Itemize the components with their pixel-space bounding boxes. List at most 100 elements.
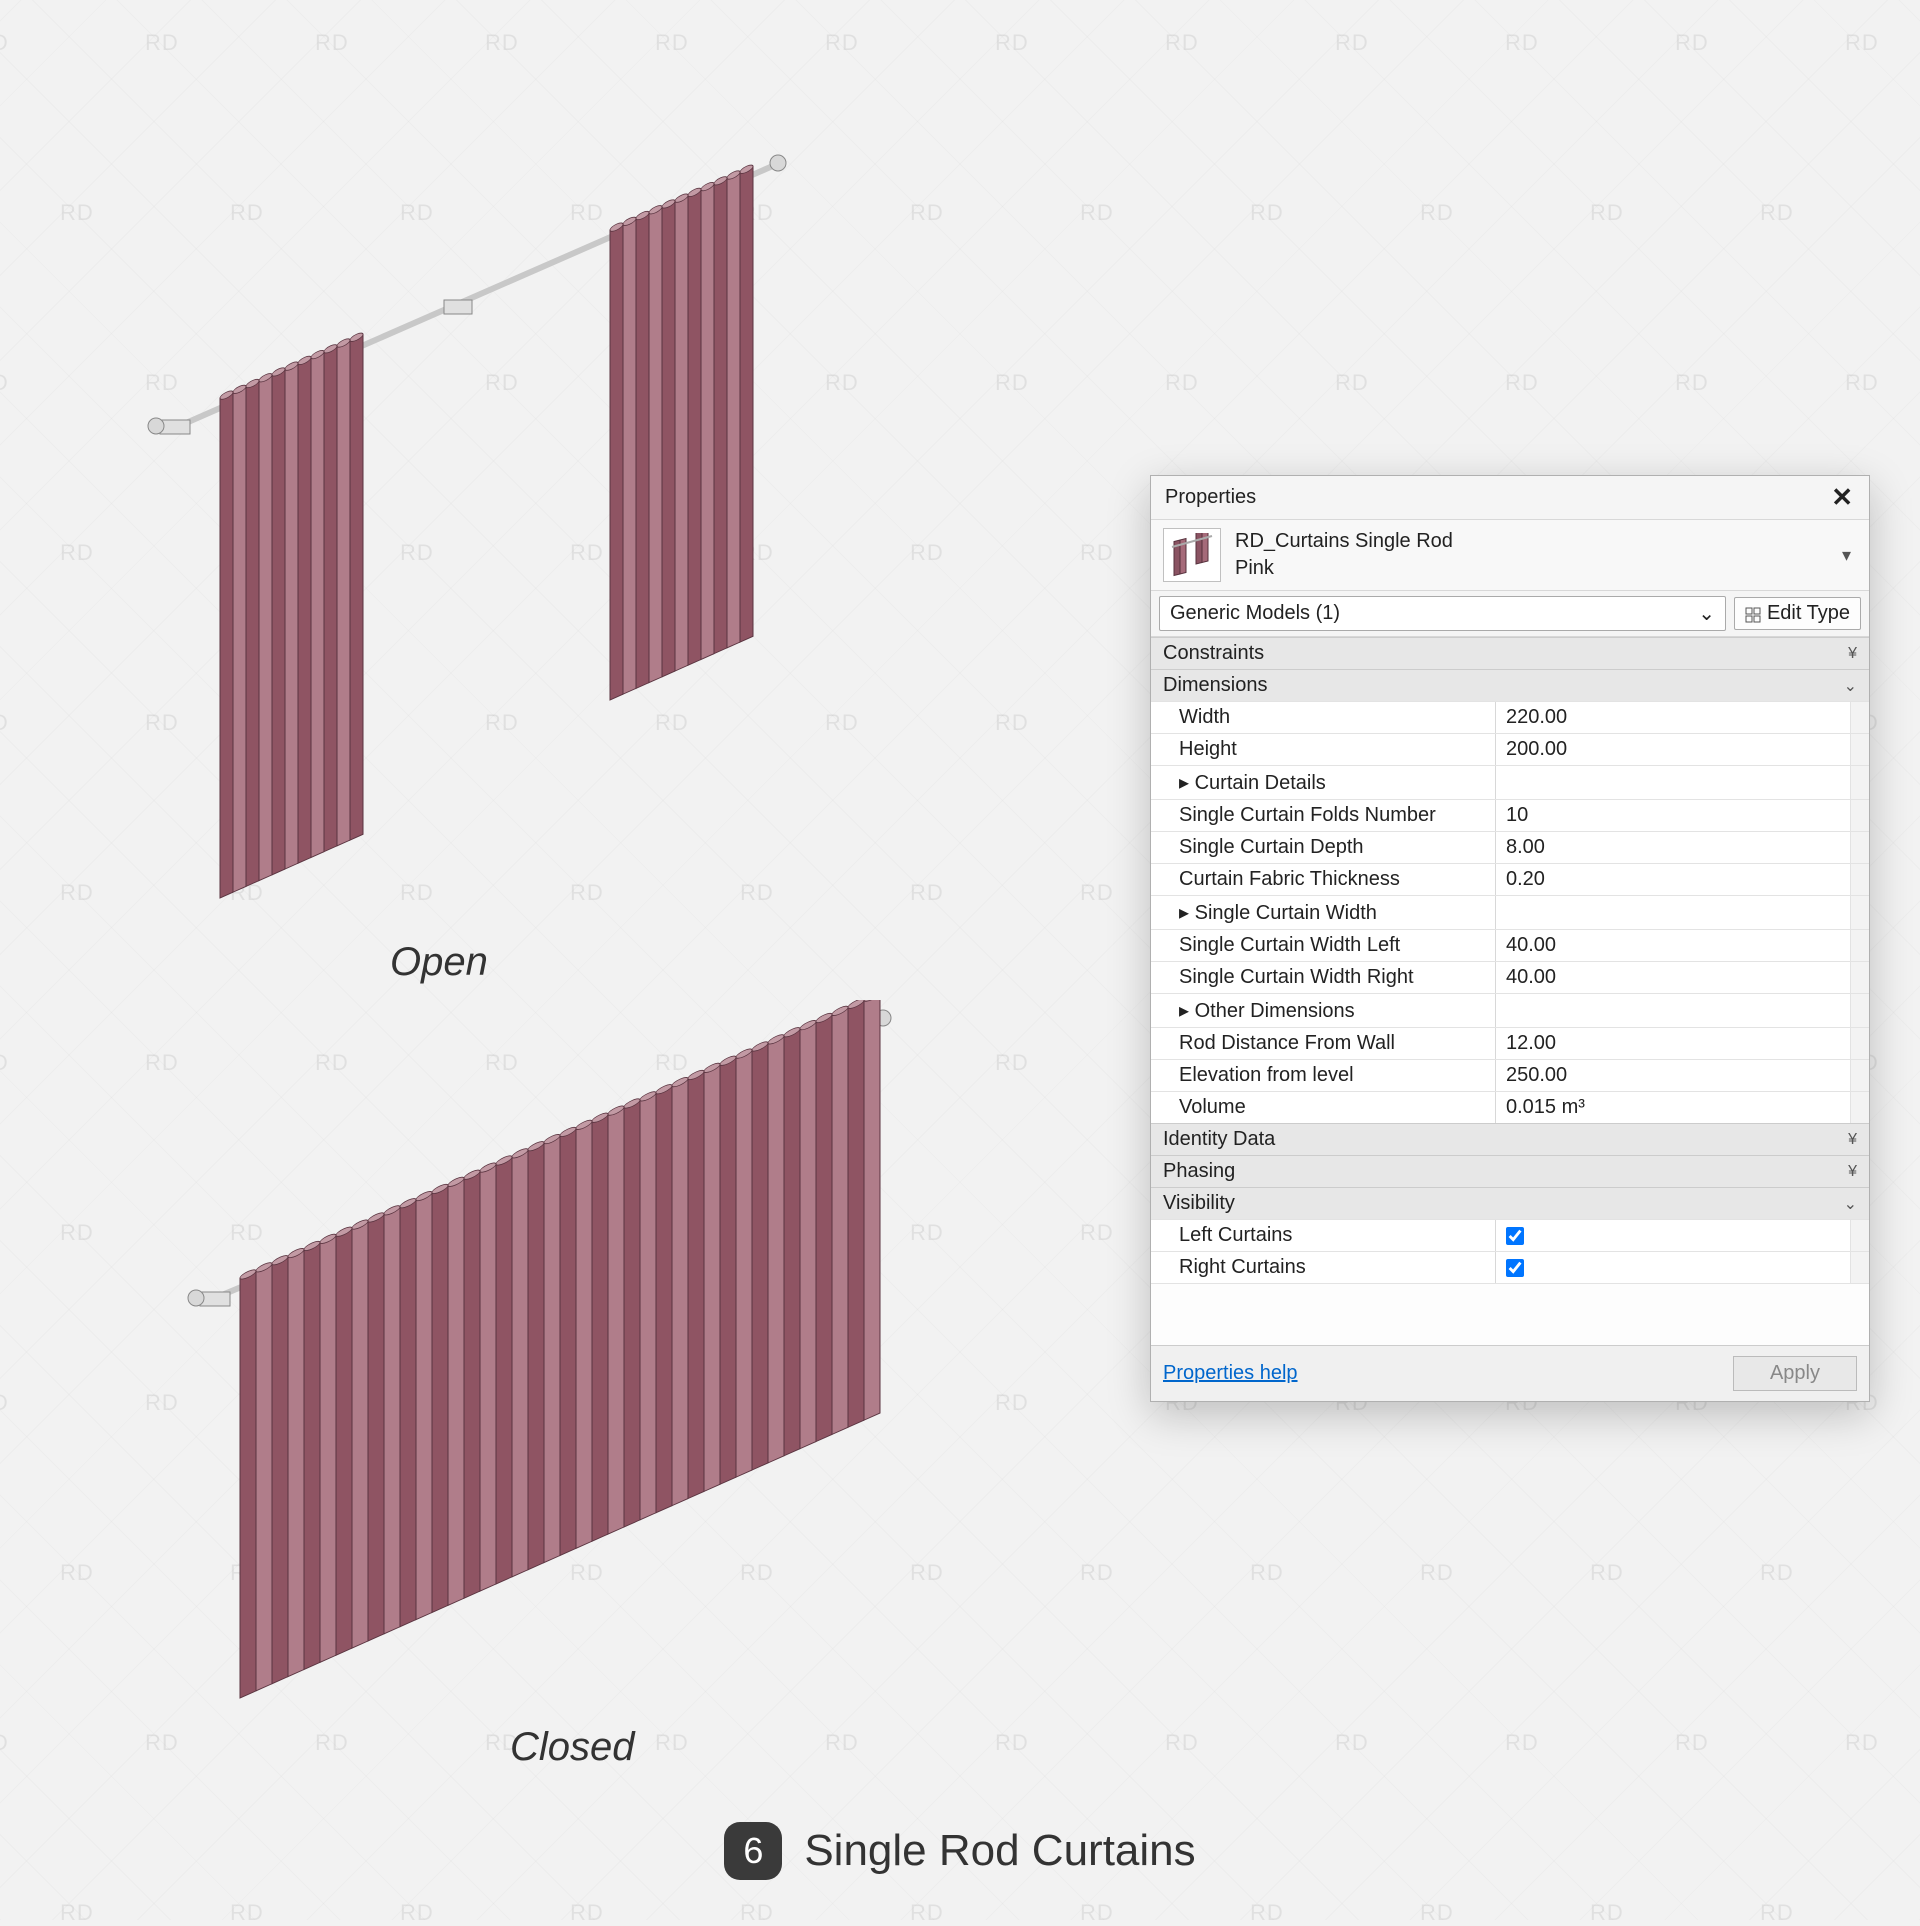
- properties-panel: Properties ✕ RD_Curtains Single Rod Pink…: [1150, 475, 1870, 1402]
- edit-type-label: Edit Type: [1767, 602, 1850, 625]
- prop-thickness: Curtain Fabric Thickness 0.20: [1151, 863, 1869, 895]
- collapse-icon[interactable]: ⌄: [1844, 676, 1857, 696]
- prop-depth: Single Curtain Depth 8.00: [1151, 831, 1869, 863]
- prop-button-col[interactable]: [1851, 832, 1869, 863]
- prop-value[interactable]: 250.00: [1496, 1060, 1851, 1091]
- closed-label: Closed: [510, 1725, 635, 1770]
- subgroup-label: ▸ Curtain Details: [1151, 766, 1496, 799]
- prop-value: 0.015 m³: [1496, 1092, 1851, 1123]
- open-curtains-model: [140, 130, 860, 930]
- apply-button[interactable]: Apply: [1733, 1356, 1857, 1391]
- chevron-down-icon: ⌄: [1698, 601, 1715, 626]
- prop-height: Height 200.00: [1151, 733, 1869, 765]
- prop-button-col: [1851, 994, 1869, 1027]
- prop-left-curtains: Left Curtains: [1151, 1219, 1869, 1251]
- prop-button-col[interactable]: [1851, 734, 1869, 765]
- prop-label: Single Curtain Width Left: [1151, 930, 1496, 961]
- subgroup-label: ▸ Single Curtain Width: [1151, 896, 1496, 929]
- prop-value: [1496, 766, 1851, 799]
- prop-value[interactable]: 40.00: [1496, 962, 1851, 993]
- sub-other-dimensions[interactable]: ▸ Other Dimensions: [1151, 993, 1869, 1027]
- prop-value[interactable]: 200.00: [1496, 734, 1851, 765]
- prop-value[interactable]: 12.00: [1496, 1028, 1851, 1059]
- collapse-icon[interactable]: ¥: [1848, 1131, 1857, 1149]
- prop-value: [1496, 896, 1851, 929]
- type-dropdown-caret[interactable]: ▾: [1836, 545, 1857, 566]
- prop-label: Right Curtains: [1151, 1252, 1496, 1283]
- prop-value[interactable]: 8.00: [1496, 832, 1851, 863]
- open-label: Open: [390, 940, 488, 985]
- instance-combo-label: Generic Models (1): [1170, 602, 1340, 625]
- sub-curtain-details[interactable]: ▸ Curtain Details: [1151, 765, 1869, 799]
- prop-label: Rod Distance From Wall: [1151, 1028, 1496, 1059]
- family-name: RD_Curtains Single Rod: [1235, 528, 1822, 555]
- image-title-bar: 6 Single Rod Curtains: [0, 1822, 1920, 1880]
- panel-footer: Properties help Apply: [1151, 1345, 1869, 1401]
- prop-rod-dist: Rod Distance From Wall 12.00: [1151, 1027, 1869, 1059]
- group-constraints[interactable]: Constraints ¥: [1151, 637, 1869, 669]
- group-identity-label: Identity Data: [1163, 1128, 1275, 1151]
- prop-button-col[interactable]: [1851, 1060, 1869, 1091]
- prop-label: Single Curtain Width Right: [1151, 962, 1496, 993]
- prop-button-col[interactable]: [1851, 702, 1869, 733]
- prop-value[interactable]: 220.00: [1496, 702, 1851, 733]
- sub-single-curtain-width[interactable]: ▸ Single Curtain Width: [1151, 895, 1869, 929]
- prop-button-col: [1851, 1252, 1869, 1283]
- prop-button-col[interactable]: [1851, 800, 1869, 831]
- instance-combobox[interactable]: Generic Models (1) ⌄: [1159, 596, 1726, 631]
- group-constraints-label: Constraints: [1163, 642, 1264, 665]
- prop-label: Single Curtain Depth: [1151, 832, 1496, 863]
- prop-button-col: [1851, 896, 1869, 929]
- prop-button-col[interactable]: [1851, 864, 1869, 895]
- group-dimensions[interactable]: Dimensions ⌄: [1151, 669, 1869, 701]
- collapse-icon[interactable]: ¥: [1848, 1163, 1857, 1181]
- subgroup-label: ▸ Other Dimensions: [1151, 994, 1496, 1027]
- prop-button-col: [1851, 1092, 1869, 1123]
- right-curtains-checkbox[interactable]: [1506, 1259, 1524, 1277]
- prop-value[interactable]: 40.00: [1496, 930, 1851, 961]
- group-visibility-label: Visibility: [1163, 1192, 1235, 1215]
- instance-selector-row: Generic Models (1) ⌄ Edit Type: [1151, 591, 1869, 637]
- title-text: Single Rod Curtains: [804, 1826, 1195, 1876]
- panel-title: Properties: [1165, 486, 1256, 509]
- prop-value[interactable]: 0.20: [1496, 864, 1851, 895]
- prop-scw-left: Single Curtain Width Left 40.00: [1151, 929, 1869, 961]
- prop-folds: Single Curtain Folds Number 10: [1151, 799, 1869, 831]
- prop-checkbox-cell: [1496, 1220, 1851, 1251]
- panel-header: Properties ✕: [1151, 476, 1869, 519]
- prop-button-col: [1851, 1220, 1869, 1251]
- prop-button-col[interactable]: [1851, 930, 1869, 961]
- prop-label: Left Curtains: [1151, 1220, 1496, 1251]
- collapse-icon[interactable]: ⌄: [1844, 1194, 1857, 1214]
- type-selector[interactable]: RD_Curtains Single Rod Pink ▾: [1151, 519, 1869, 591]
- type-name-block: RD_Curtains Single Rod Pink: [1235, 528, 1822, 582]
- prop-label: Volume: [1151, 1092, 1496, 1123]
- prop-label: Elevation from level: [1151, 1060, 1496, 1091]
- prop-elev: Elevation from level 250.00: [1151, 1059, 1869, 1091]
- edit-type-button[interactable]: Edit Type: [1734, 597, 1861, 630]
- left-curtains-checkbox[interactable]: [1506, 1227, 1524, 1245]
- prop-right-curtains: Right Curtains: [1151, 1251, 1869, 1283]
- type-variant: Pink: [1235, 555, 1822, 582]
- group-visibility[interactable]: Visibility ⌄: [1151, 1187, 1869, 1219]
- group-dimensions-label: Dimensions: [1163, 674, 1267, 697]
- close-button[interactable]: ✕: [1825, 482, 1859, 513]
- closed-curtains-model: [180, 1000, 930, 1720]
- prop-value[interactable]: 10: [1496, 800, 1851, 831]
- prop-checkbox-cell: [1496, 1252, 1851, 1283]
- prop-label: Height: [1151, 734, 1496, 765]
- prop-label: Width: [1151, 702, 1496, 733]
- prop-button-col[interactable]: [1851, 962, 1869, 993]
- properties-help-link[interactable]: Properties help: [1163, 1362, 1298, 1385]
- prop-scw-right: Single Curtain Width Right 40.00: [1151, 961, 1869, 993]
- prop-button-col[interactable]: [1851, 1028, 1869, 1059]
- title-badge: 6: [724, 1822, 782, 1880]
- edit-type-icon: [1745, 606, 1761, 622]
- type-thumbnail: [1163, 528, 1221, 582]
- group-identity-data[interactable]: Identity Data ¥: [1151, 1123, 1869, 1155]
- prop-label: Curtain Fabric Thickness: [1151, 864, 1496, 895]
- collapse-icon[interactable]: ¥: [1848, 645, 1857, 663]
- group-phasing[interactable]: Phasing ¥: [1151, 1155, 1869, 1187]
- prop-width: Width 220.00: [1151, 701, 1869, 733]
- prop-button-col: [1851, 766, 1869, 799]
